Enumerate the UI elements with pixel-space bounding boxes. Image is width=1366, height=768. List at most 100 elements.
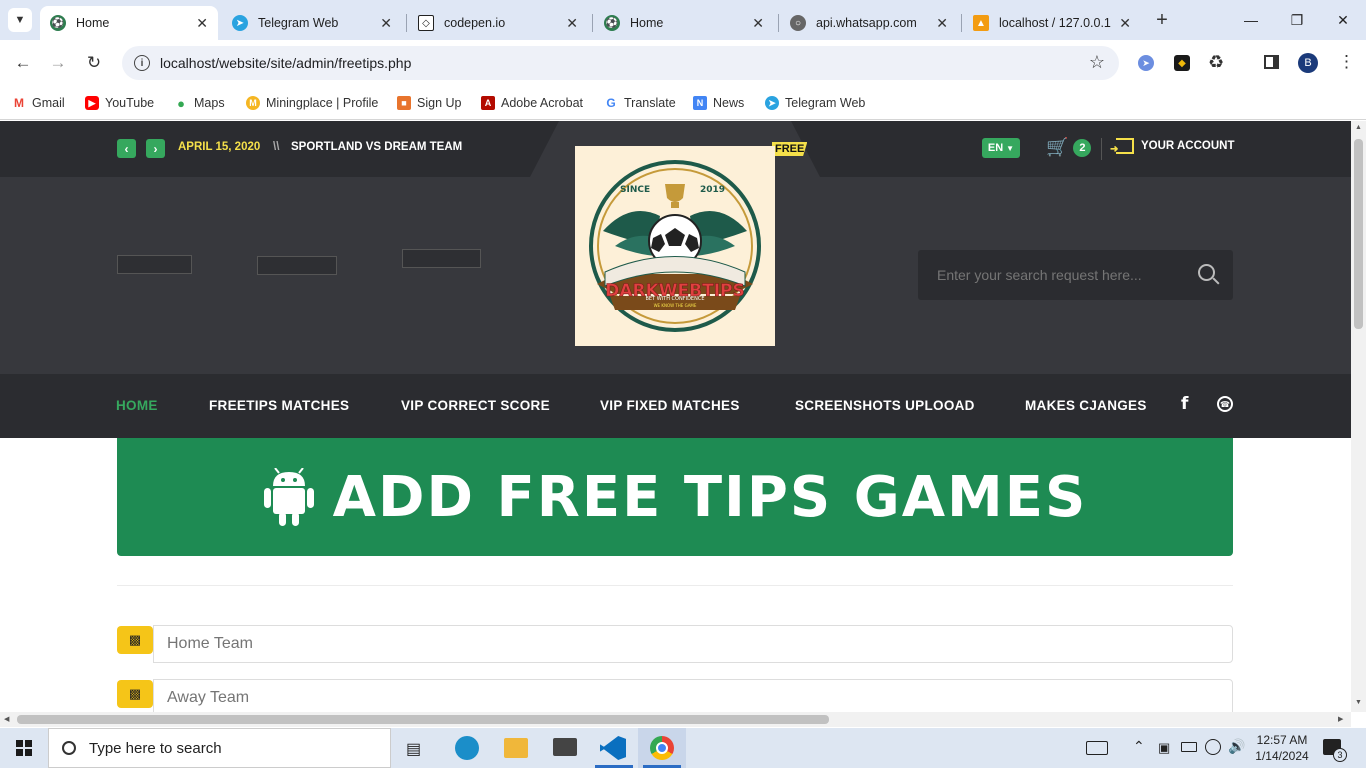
vscode-icon[interactable] [600,736,626,760]
info-icon[interactable]: i [134,55,150,71]
facebook-icon[interactable]: f [1181,394,1188,414]
network-globe-icon[interactable] [1205,739,1221,755]
clock-date: 1/14/2024 [1255,749,1309,763]
side-panel-icon[interactable] [1264,55,1279,69]
telegram-extension-icon[interactable]: ➤ [1138,55,1154,71]
edge-icon[interactable] [455,736,479,760]
bookmark-star-icon[interactable]: ☆ [1089,52,1105,73]
close-tab-icon[interactable]: ✕ [566,15,578,32]
tab-home[interactable]: ⚽ Home ✕ [40,6,218,40]
next-match-button[interactable]: › [146,139,165,158]
file-explorer-icon[interactable] [504,738,528,758]
scroll-up-icon[interactable]: ▲ [1355,124,1362,131]
address-bar[interactable]: i localhost/website/site/admin/freetips.… [122,46,1119,80]
close-tab-icon[interactable]: ✕ [196,15,208,32]
start-button[interactable] [16,740,32,756]
home-team-input[interactable] [153,625,1233,663]
bookmark-signup[interactable]: ■ Sign Up [397,92,461,114]
windows-logo-icon [16,740,32,756]
search-box[interactable] [918,250,1233,300]
tab-telegram-web[interactable]: ➤ Telegram Web ✕ [222,6,402,40]
horizontal-scrollbar[interactable]: ◀ ▶ [0,712,1351,727]
bookmark-gmail[interactable]: M Gmail [12,92,65,114]
close-tab-icon[interactable]: ✕ [752,15,764,32]
nav-vip-correct-score[interactable]: VIP CORRECT SCORE [401,398,550,413]
show-hidden-icons[interactable]: ⌃ [1133,738,1145,755]
language-selector[interactable]: EN ▼ [982,138,1020,158]
bookmark-label: Gmail [32,96,65,110]
forward-button[interactable]: → [43,48,73,78]
nav-freetips-matches[interactable]: FREETIPS MATCHES [209,398,349,413]
home-team-row: ▩ [117,625,1233,663]
tab-codepen[interactable]: ◇ codepen.io ✕ [408,6,588,40]
bookmark-label: News [713,96,745,110]
minimize-button[interactable]: — [1228,0,1274,40]
restore-button[interactable]: ❐ [1274,0,1320,40]
signup-icon: ■ [397,96,411,110]
meet-now-icon[interactable]: ▣ [1158,740,1170,756]
google-icon: G [604,96,618,110]
back-button[interactable]: ← [8,48,38,78]
close-tab-icon[interactable]: ✕ [380,15,392,32]
account-link[interactable]: ➜ YOUR ACCOUNT [1110,138,1235,155]
bookmark-label: Sign Up [417,96,462,110]
menu-kebab-icon[interactable]: ⋮ [1338,52,1355,72]
cart-button[interactable]: 🛒 2 [1046,137,1092,158]
site-logo[interactable]: SINCE 2019 DARKWEBTIPS BET WITH CONFIDEN… [575,146,775,346]
tab-search-button[interactable]: ▼ [8,8,32,32]
clock[interactable]: 12:57 AM 1/14/2024 [1254,732,1310,764]
nav-screenshots-upload[interactable]: SCREENSHOTS UPLOOAD [795,398,975,413]
tab-phpmyadmin[interactable]: ▲ localhost / 127.0.0.1 / ✕ [963,6,1141,40]
maps-pin-icon: ● [174,96,188,111]
close-tab-icon[interactable]: ✕ [936,15,948,32]
tab-title: Home [630,16,664,30]
close-tab-icon[interactable]: ✕ [1119,15,1131,32]
scroll-right-icon[interactable]: ▶ [1338,715,1343,723]
nav-makes-changes[interactable]: MAKES CJANGES [1025,398,1147,413]
profile-avatar[interactable]: B [1298,53,1318,73]
volume-icon[interactable]: 🔊 [1228,738,1245,755]
account-label: YOUR ACCOUNT [1141,140,1235,152]
scroll-left-icon[interactable]: ◀ [4,715,9,723]
new-tab-button[interactable]: + [1150,8,1174,32]
vertical-scrollbar[interactable]: ▲ ▼ [1351,121,1366,712]
task-view-icon[interactable]: ▤ [406,739,421,759]
chrome-taskbar-button[interactable] [638,728,686,768]
battery-icon[interactable] [1181,742,1197,752]
vertical-scroll-thumb[interactable] [1354,139,1363,329]
logo-tagline: BET WITH CONFIDENCE [646,296,705,302]
bookmark-adobe[interactable]: A Adobe Acrobat [481,92,583,114]
away-team-input[interactable] [153,679,1233,712]
bookmark-news[interactable]: N News [693,92,744,114]
tab-home-2[interactable]: ⚽ Home ✕ [594,6,774,40]
horizontal-scroll-thumb[interactable] [17,715,829,724]
close-window-button[interactable]: ✕ [1320,0,1366,40]
touch-keyboard-icon[interactable] [1086,741,1108,755]
nav-vip-fixed-matches[interactable]: VIP FIXED MATCHES [600,398,740,413]
mail-icon[interactable] [553,738,577,756]
browser-toolbar: ← → ↻ i localhost/website/site/admin/fre… [0,40,1366,86]
bookmark-translate[interactable]: G Translate [604,92,676,114]
team-badge-icon: ▩ [117,626,153,654]
tab-title: localhost / 127.0.0.1 / [999,16,1114,30]
tab-whatsapp[interactable]: ○ api.whatsapp.com ✕ [780,6,958,40]
cart-icon: 🛒 [1046,137,1069,157]
match-teams: SPORTLAND VS DREAM TEAM [291,141,463,153]
wallet-extension-icon[interactable]: ◆ [1174,55,1190,71]
search-input[interactable] [918,250,1188,300]
bookmark-maps[interactable]: ● Maps [174,92,225,114]
bookmark-telegram[interactable]: ➤ Telegram Web [765,92,865,114]
free-ribbon: FREE [772,142,808,156]
extensions-puzzle-icon[interactable]: ♻ [1208,52,1224,73]
scroll-down-icon[interactable]: ▼ [1355,699,1362,706]
nav-home[interactable]: HOME [116,398,158,413]
prev-match-button[interactable]: ‹ [117,139,136,158]
bookmark-miningplace[interactable]: M Miningplace | Profile [246,92,378,114]
bookmark-label: Maps [194,96,225,110]
bookmark-youtube[interactable]: ▶ YouTube [85,92,154,114]
away-team-row: ▩ [117,679,1233,712]
bookmark-label: Translate [624,96,676,110]
taskbar-search-box[interactable]: Type here to search [48,728,391,768]
whatsapp-icon[interactable]: ☎ [1217,396,1233,412]
reload-button[interactable]: ↻ [79,48,109,78]
